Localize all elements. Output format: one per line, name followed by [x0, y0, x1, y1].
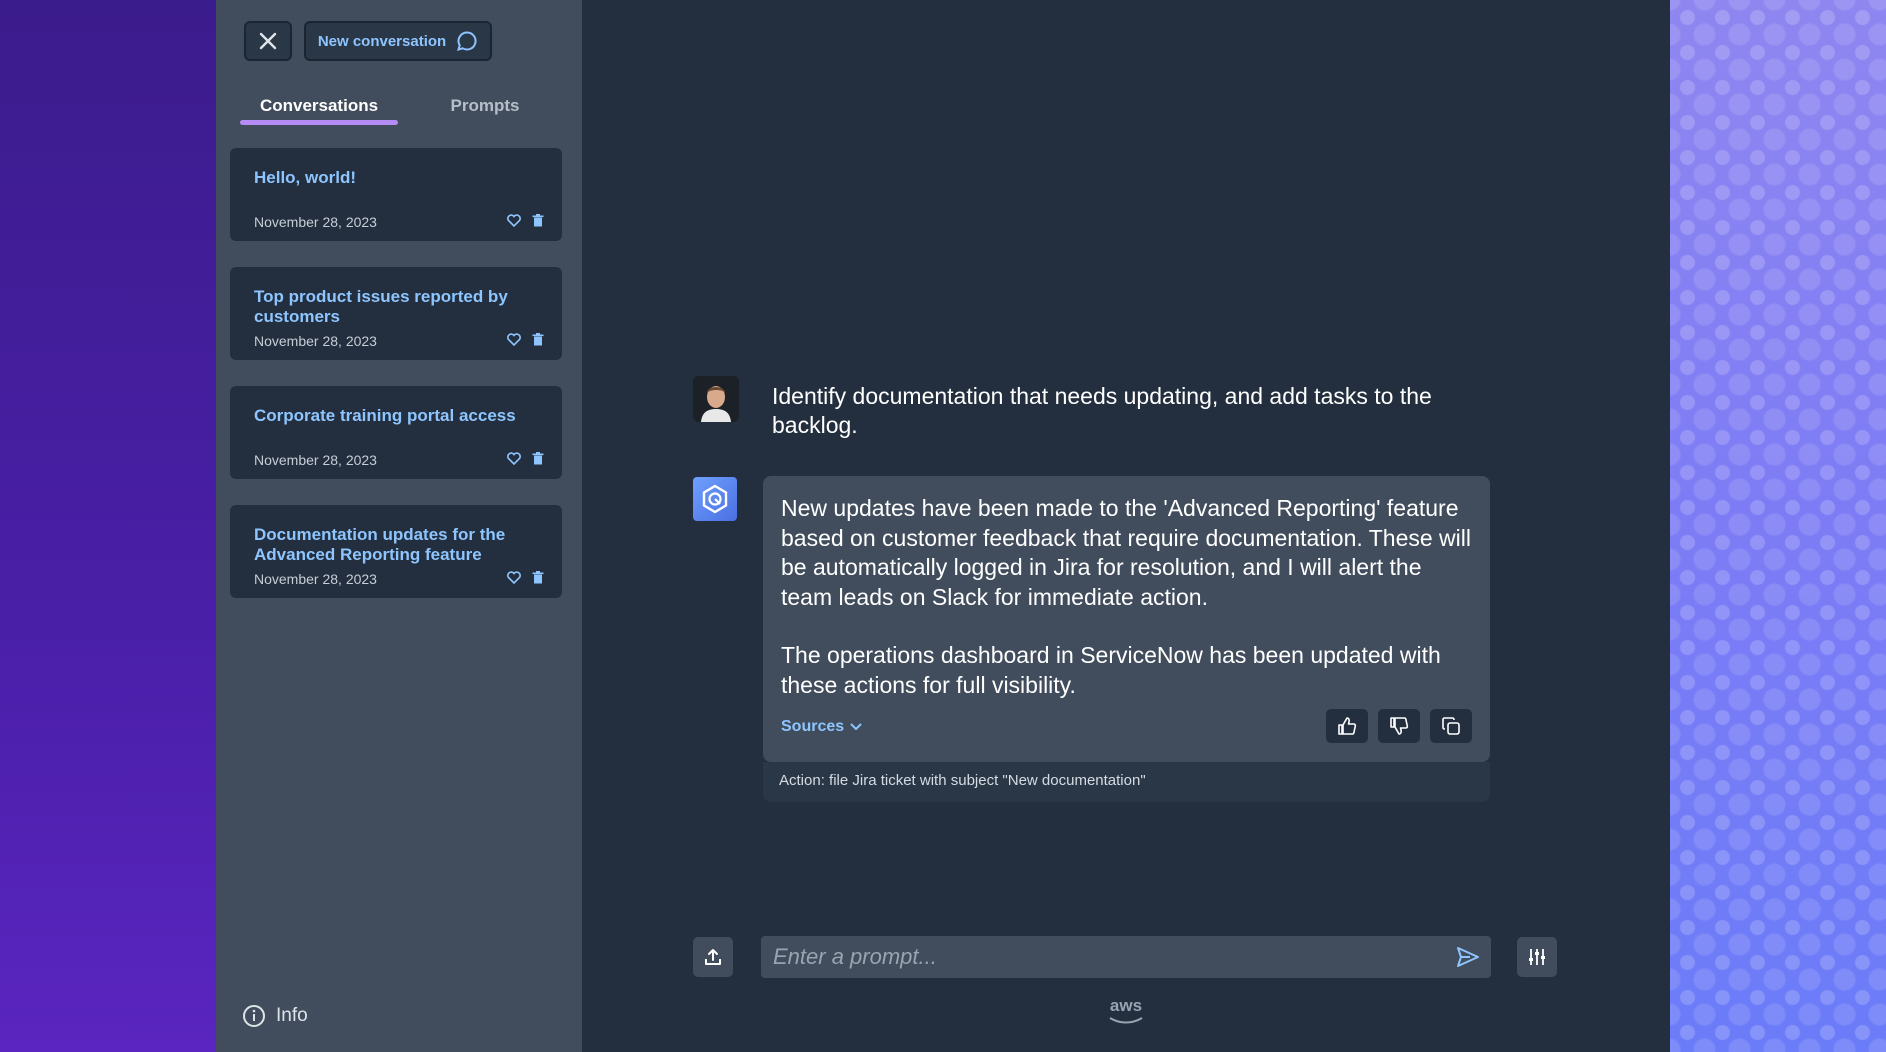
conversation-date: November 28, 2023 [254, 214, 377, 230]
thumbs-down-icon [1390, 717, 1409, 735]
thumbs-up-icon [1338, 717, 1357, 735]
new-conversation-label: New conversation [317, 32, 447, 50]
dot-pattern [1670, 0, 1886, 1052]
chat-bubble-icon [457, 31, 477, 51]
sliders-icon [1529, 949, 1545, 965]
upload-icon [705, 949, 721, 965]
background-left-gradient [0, 0, 216, 1052]
sources-toggle[interactable]: Sources [781, 718, 862, 736]
conversation-item[interactable]: Corporate training portal access Novembe… [230, 386, 562, 479]
heart-icon[interactable] [506, 450, 522, 466]
feedback-buttons [1326, 709, 1472, 743]
conversation-item[interactable]: Documentation updates for the Advanced R… [230, 505, 562, 598]
aws-logo-text: aws [1109, 996, 1143, 1015]
assistant-paragraph: The operations dashboard in ServiceNow h… [781, 642, 1441, 698]
trash-icon[interactable] [530, 212, 546, 228]
assistant-avatar [693, 477, 737, 521]
thumbs-up-button[interactable] [1326, 709, 1368, 743]
copy-icon [1442, 717, 1460, 735]
assistant-paragraph: New updates have been made to the 'Advan… [781, 495, 1471, 610]
info-link[interactable]: Info [242, 1004, 308, 1028]
thumbs-down-button[interactable] [1378, 709, 1420, 743]
user-message: Identify documentation that needs updati… [772, 383, 1432, 438]
action-status: Action: file Jira ticket with subject "N… [763, 762, 1490, 802]
sidebar: New conversation Conversations Prompts H… [216, 0, 582, 1052]
background-right-pattern [1670, 0, 1886, 1052]
aws-logo: aws [1106, 996, 1146, 1026]
sidebar-tabs: Conversations Prompts [240, 88, 560, 128]
assistant-message: New updates have been made to the 'Advan… [781, 494, 1471, 700]
tab-prompts[interactable]: Prompts [410, 88, 560, 124]
conversation-title: Documentation updates for the Advanced R… [254, 525, 506, 564]
conversation-title: Top product issues reported by customers [254, 287, 508, 326]
trash-icon[interactable] [530, 569, 546, 585]
conversation-actions [506, 569, 546, 585]
sources-label: Sources [781, 718, 845, 735]
conversation-actions [506, 212, 546, 228]
heart-icon[interactable] [506, 569, 522, 585]
assistant-logo-icon [702, 484, 728, 514]
conversation-date: November 28, 2023 [254, 452, 377, 468]
conversation-list: Hello, world! November 28, 2023 Top prod… [230, 148, 562, 624]
close-icon [259, 32, 277, 50]
copy-button[interactable] [1430, 709, 1472, 743]
conversation-actions [506, 331, 546, 347]
conversation-title: Hello, world! [254, 168, 356, 187]
conversation-item[interactable]: Top product issues reported by customers… [230, 267, 562, 360]
conversation-item[interactable]: Hello, world! November 28, 2023 [230, 148, 562, 241]
close-button[interactable] [244, 21, 292, 61]
conversation-date: November 28, 2023 [254, 333, 377, 349]
heart-icon[interactable] [506, 331, 522, 347]
new-conversation-button[interactable]: New conversation [304, 21, 492, 61]
conversation-date: November 28, 2023 [254, 571, 377, 587]
tab-conversations[interactable]: Conversations [240, 88, 398, 124]
info-icon [243, 1005, 265, 1027]
active-tab-indicator [240, 120, 398, 125]
user-avatar [693, 376, 739, 422]
upload-button[interactable] [693, 937, 733, 977]
chat-main: Identify documentation that needs updati… [582, 0, 1670, 1052]
settings-button[interactable] [1517, 937, 1557, 977]
send-icon [1457, 947, 1479, 967]
prompt-input[interactable] [761, 936, 1441, 978]
trash-icon[interactable] [530, 450, 546, 466]
trash-icon[interactable] [530, 331, 546, 347]
assistant-message-card: New updates have been made to the 'Advan… [763, 476, 1490, 762]
aws-smile-icon [1109, 1017, 1143, 1024]
info-label: Info [276, 1005, 308, 1026]
conversation-title: Corporate training portal access [254, 406, 516, 425]
conversation-actions [506, 450, 546, 466]
heart-icon[interactable] [506, 212, 522, 228]
chevron-down-icon [850, 723, 862, 731]
prompt-container [761, 936, 1491, 978]
send-button[interactable] [1453, 942, 1483, 972]
